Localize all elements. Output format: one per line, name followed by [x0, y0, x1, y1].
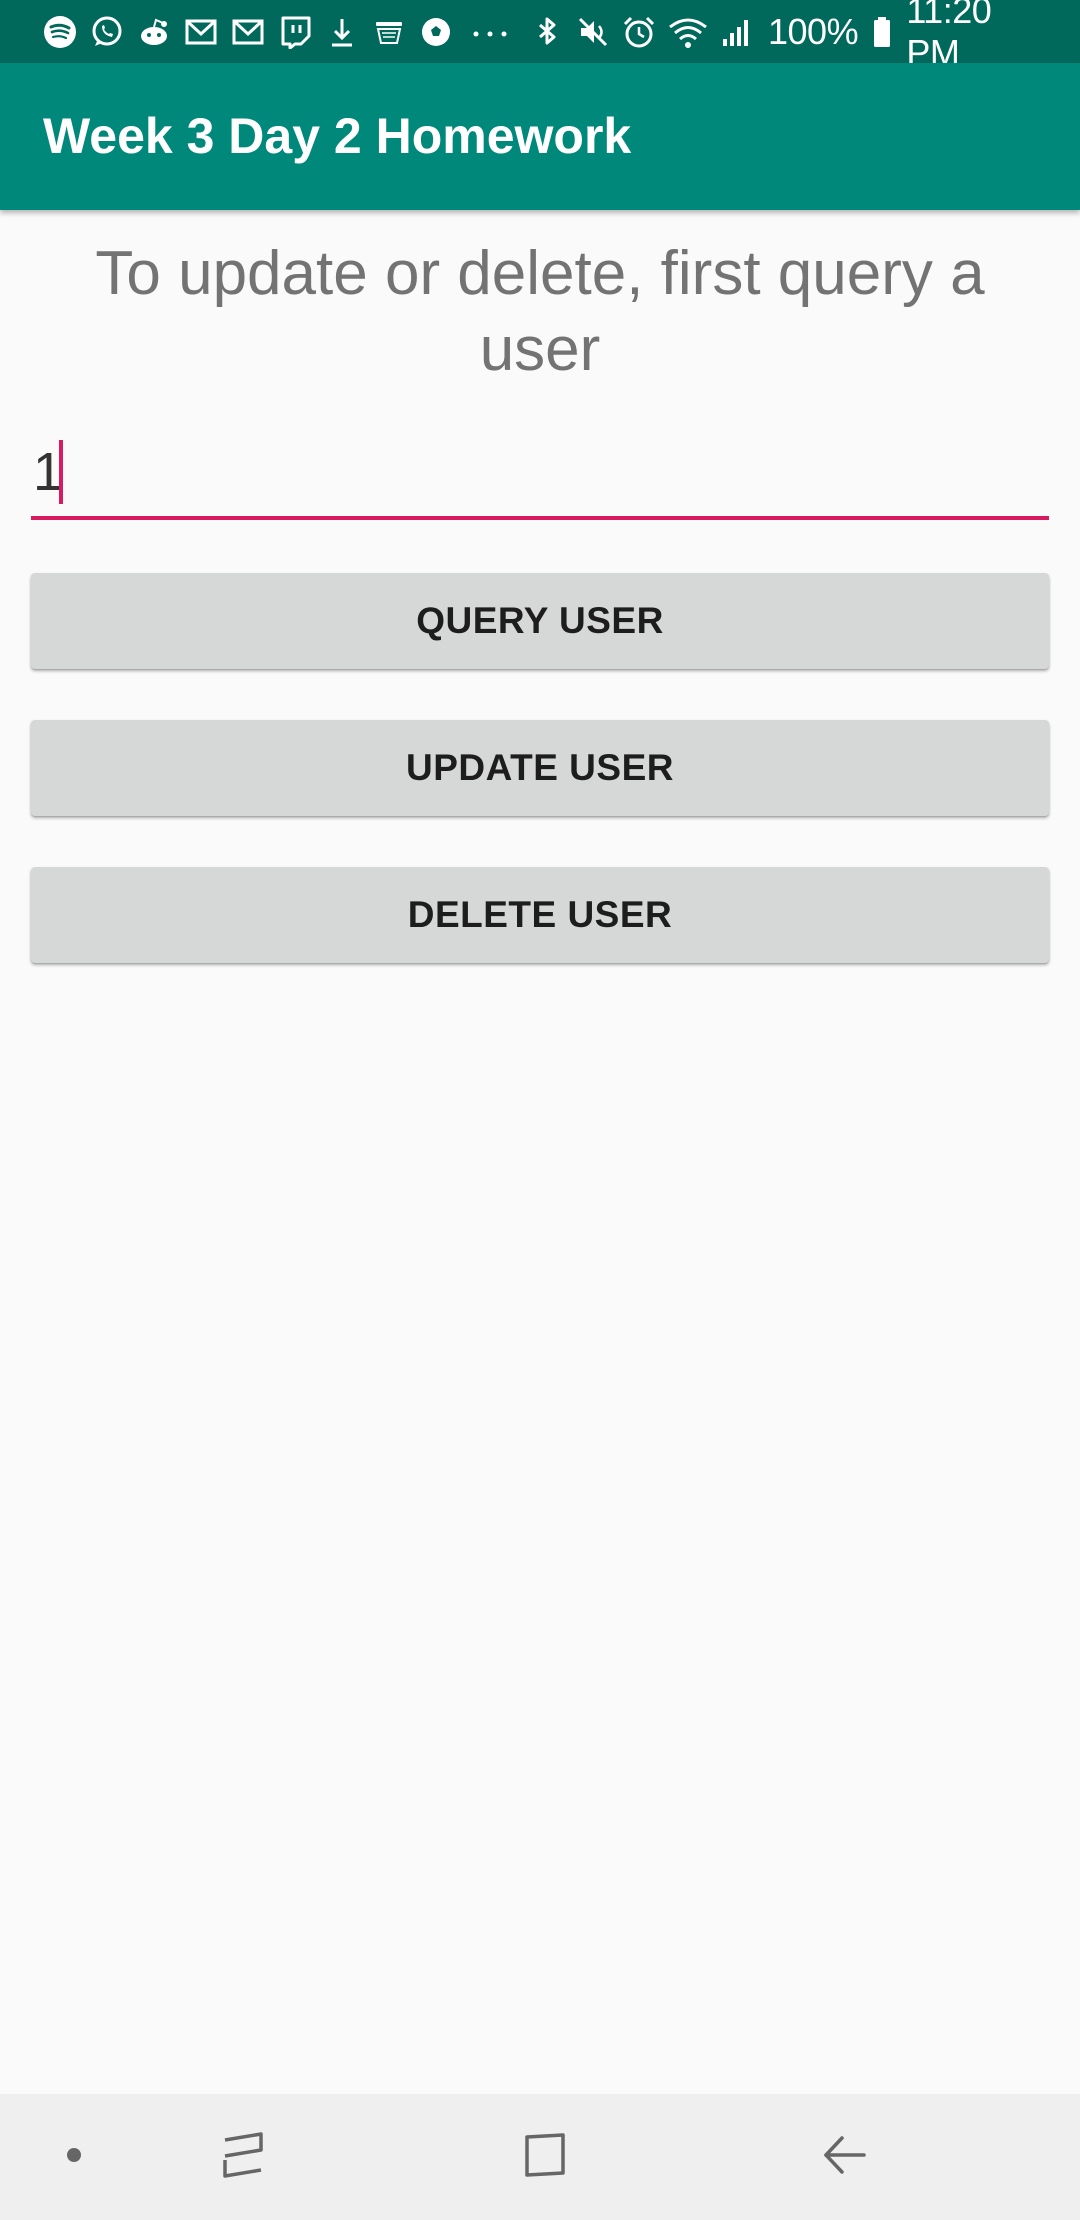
notification-icons [42, 14, 526, 50]
bluetooth-icon [530, 14, 564, 50]
soccer-ball-icon [418, 14, 454, 50]
gmail-icon [230, 14, 266, 50]
home-icon [520, 2130, 570, 2185]
amazon-icon [371, 14, 407, 50]
alarm-icon [622, 14, 656, 50]
gmail-icon [183, 14, 219, 50]
app-bar: Week 3 Day 2 Homework [0, 63, 1080, 210]
navigation-bar [0, 2094, 1080, 2220]
reddit-icon [136, 14, 172, 50]
signal-icon [720, 14, 754, 50]
recents-icon [221, 2130, 269, 2185]
nav-dot-icon [66, 2147, 82, 2168]
mute-icon [576, 14, 610, 50]
recents-button[interactable] [200, 2094, 290, 2220]
wifi-icon [668, 14, 708, 50]
app-title: Week 3 Day 2 Homework [43, 108, 632, 164]
nav-dot-button[interactable] [44, 2094, 104, 2220]
query-user-button[interactable]: QUERY USER [31, 573, 1049, 669]
more-dots-icon [465, 14, 515, 50]
status-bar: 100% 11:20 PM [0, 0, 1080, 73]
battery-percent: 100% [768, 10, 859, 52]
text-cursor [59, 440, 63, 504]
download-icon [324, 14, 360, 50]
battery-icon [872, 14, 892, 50]
back-button[interactable] [800, 2094, 890, 2220]
spotify-icon [42, 14, 78, 50]
instructions-text: To update or delete, first query a user [95, 239, 985, 384]
whatsapp-icon [89, 14, 125, 50]
home-button[interactable] [500, 2094, 590, 2220]
update-user-button[interactable]: UPDATE USER [31, 720, 1049, 816]
back-icon [820, 2130, 870, 2185]
twitch-icon [277, 14, 313, 50]
delete-user-button[interactable]: DELETE USER [31, 867, 1049, 963]
user-id-field[interactable]: 1 [31, 430, 1049, 520]
